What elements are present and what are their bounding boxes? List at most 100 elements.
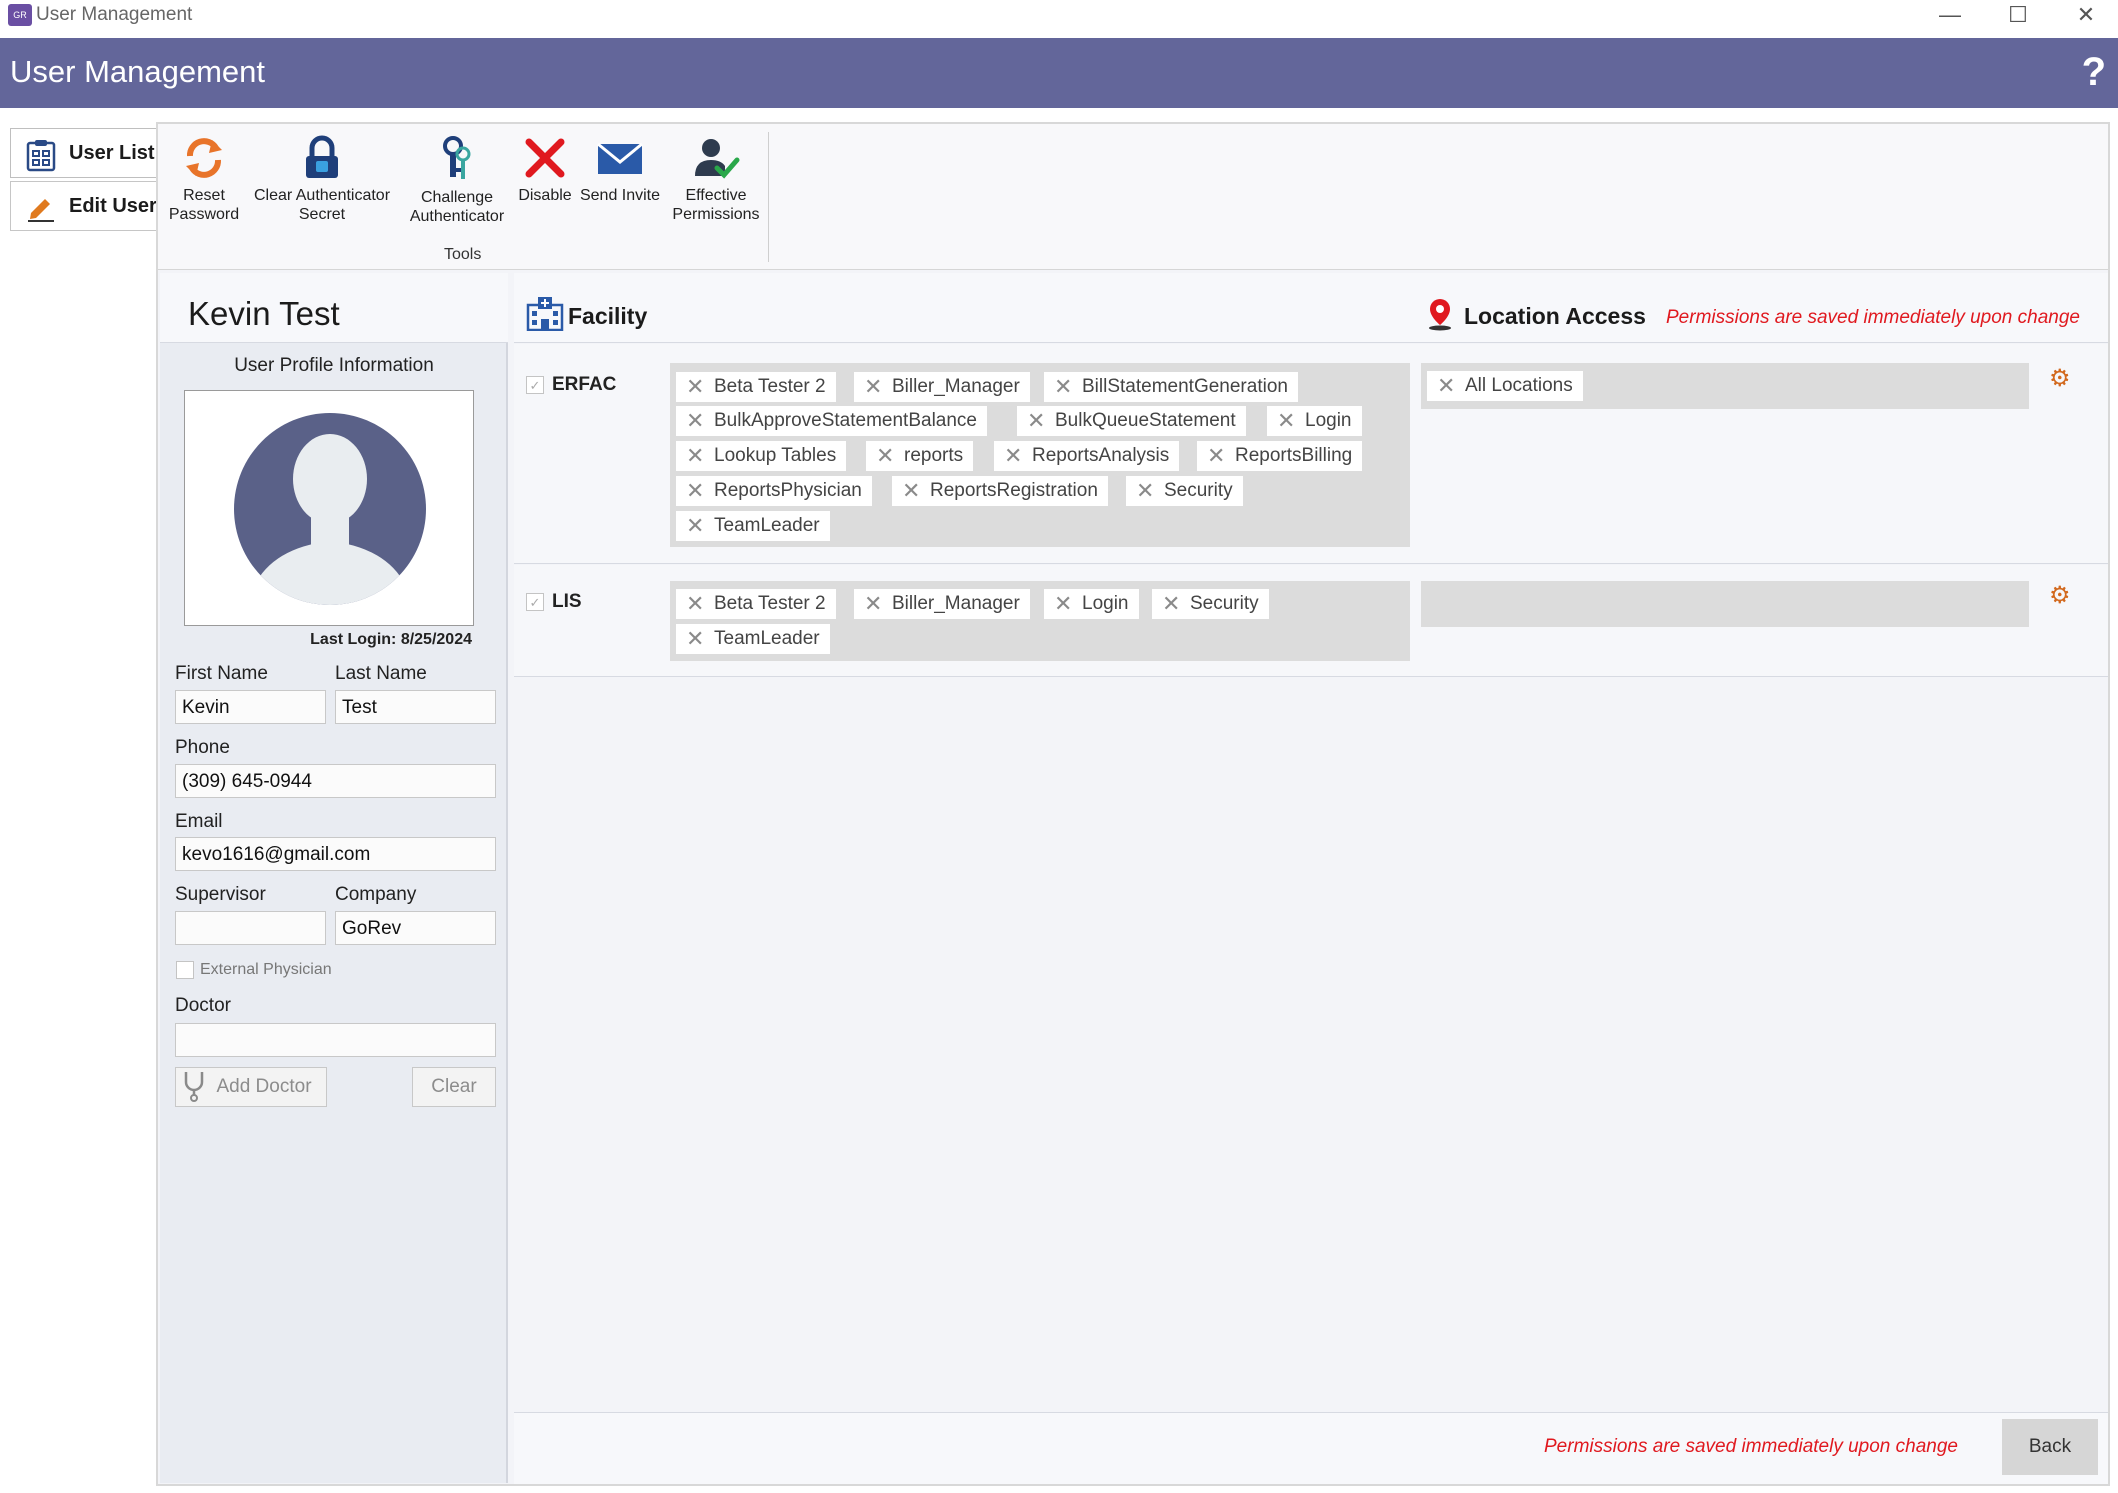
clear-doctor-button[interactable]: Clear	[412, 1067, 496, 1107]
nav-tab-user-list[interactable]: User List	[10, 128, 156, 178]
remove-icon[interactable]: ✕	[1136, 476, 1154, 506]
phone-field[interactable]: (309) 645-0944	[175, 764, 496, 798]
supervisor-field[interactable]	[175, 911, 326, 945]
supervisor-label: Supervisor	[175, 884, 266, 905]
external-physician-checkbox[interactable]	[176, 961, 194, 979]
facility-name: ERFAC	[552, 374, 617, 395]
challenge-authenticator-label-1: Challenge	[420, 189, 494, 206]
role-chip[interactable]: ✕ ReportsRegistration	[892, 476, 1108, 506]
role-chip[interactable]: ✕ Biller_Manager	[854, 372, 1030, 402]
reset-password-label-2: Password	[168, 206, 240, 223]
role-chip[interactable]: ✕ ReportsPhysician	[676, 476, 872, 506]
remove-icon[interactable]: ✕	[864, 372, 882, 402]
company-field[interactable]: GoRev	[335, 911, 496, 945]
settings-gears-icon[interactable]: ⚙	[2049, 364, 2071, 393]
user-silhouette-icon	[234, 413, 426, 605]
pencil-icon	[28, 199, 54, 222]
clear-authenticator-secret-button[interactable]: Clear Authenticator Secret	[250, 134, 394, 224]
roles-list[interactable]: ✕ Beta Tester 2 ✕ Biller_Manager ✕ BillStat…	[670, 363, 1410, 547]
facility-checkbox[interactable]: ✓	[526, 593, 544, 611]
role-chip[interactable]: ✕ reports	[866, 441, 974, 471]
remove-icon[interactable]: ✕	[686, 406, 704, 436]
remove-icon[interactable]: ✕	[686, 624, 704, 654]
role-chip[interactable]: ✕ Security	[1152, 589, 1269, 619]
effective-permissions-button[interactable]: Effective Permissions	[666, 134, 766, 224]
last-login: Last Login: 8/25/2024	[310, 631, 472, 648]
role-chip[interactable]: ✕ TeamLeader	[676, 624, 830, 654]
avatar[interactable]	[184, 390, 474, 626]
email-field[interactable]: kevo1616@gmail.com	[175, 837, 496, 871]
send-invite-button[interactable]: Send Invite	[576, 134, 664, 205]
ribbon-group-label: Tools	[444, 246, 482, 263]
remove-icon[interactable]: ✕	[1207, 441, 1225, 471]
last-name-label: Last Name	[335, 663, 427, 684]
user-full-name: Kevin Test	[188, 295, 340, 332]
remove-icon[interactable]: ✕	[686, 589, 704, 619]
hospital-building-icon	[526, 297, 564, 331]
role-chip[interactable]: ✕ Login	[1267, 406, 1362, 436]
facility-title: Facility	[568, 303, 648, 329]
remove-icon[interactable]: ✕	[686, 372, 704, 402]
remove-icon[interactable]: ✕	[876, 441, 894, 471]
reset-password-button[interactable]: Reset Password	[163, 134, 245, 224]
locations-list[interactable]: ✕ All Locations	[1421, 363, 2029, 409]
padlock-icon	[306, 135, 338, 178]
company-label: Company	[335, 884, 417, 905]
remove-icon[interactable]: ✕	[1162, 589, 1180, 619]
remove-icon[interactable]: ✕	[686, 441, 704, 471]
user-profile-panel: Kevin Test User Profile Information Last…	[160, 273, 508, 1483]
send-invite-label: Send Invite	[579, 187, 661, 204]
email-label: Email	[175, 811, 223, 832]
remove-icon[interactable]: ✕	[902, 476, 920, 506]
envelope-icon	[597, 142, 643, 174]
last-name-field[interactable]: Test	[335, 690, 496, 724]
clipboard-icon	[26, 140, 56, 172]
remove-icon[interactable]: ✕	[686, 476, 704, 506]
disable-button[interactable]: Disable	[512, 134, 578, 205]
facility-row-erfac: ✓ ERFAC ✕ Beta Tester 2 ✕ Biller_Manager ✕…	[514, 344, 2108, 564]
role-chip[interactable]: ✕ Login	[1044, 589, 1139, 619]
facility-name: LIS	[552, 591, 582, 612]
locations-list[interactable]	[1421, 581, 2029, 627]
remove-icon[interactable]: ✕	[1054, 589, 1072, 619]
role-chip[interactable]: ✕ TeamLeader	[676, 511, 830, 541]
role-chip[interactable]: ✕ Biller_Manager	[854, 589, 1030, 619]
role-chip[interactable]: ✕ Beta Tester 2	[676, 372, 836, 402]
nav-tab-edit-user[interactable]: Edit User	[10, 181, 158, 231]
role-chip[interactable]: ✕ Lookup Tables	[676, 441, 847, 471]
challenge-authenticator-button[interactable]: Challenge Authenticator	[401, 134, 513, 226]
role-chip[interactable]: ✕ Security	[1126, 476, 1243, 506]
remove-icon[interactable]: ✕	[686, 511, 704, 541]
minimize-button[interactable]: —	[1918, 0, 1982, 32]
settings-gears-icon[interactable]: ⚙	[2049, 581, 2071, 610]
remove-icon[interactable]: ✕	[1054, 372, 1072, 402]
help-icon[interactable]: ?	[2082, 50, 2106, 95]
location-chip[interactable]: ✕ All Locations	[1427, 371, 1583, 401]
permissions-notice-bottom: Permissions are saved immediately upon c…	[1544, 1436, 1958, 1457]
nav-tab-label: Edit User	[69, 195, 157, 217]
effective-permissions-label-1: Effective	[685, 187, 747, 204]
phone-label: Phone	[175, 737, 230, 758]
remove-icon[interactable]: ✕	[1027, 406, 1045, 436]
facility-checkbox[interactable]: ✓	[526, 376, 544, 394]
maximize-button[interactable]: ☐	[1986, 0, 2050, 32]
role-chip[interactable]: ✕ BulkApproveStatementBalance	[676, 406, 987, 436]
role-chip[interactable]: ✕ Beta Tester 2	[676, 589, 836, 619]
role-chip[interactable]: ✕ BillStatementGeneration	[1044, 372, 1298, 402]
remove-icon[interactable]: ✕	[1004, 441, 1022, 471]
remove-icon[interactable]: ✕	[864, 589, 882, 619]
remove-icon[interactable]: ✕	[1437, 371, 1455, 401]
role-chip[interactable]: ✕ ReportsBilling	[1197, 441, 1363, 471]
window-titlebar: GR User Management — ☐ ✕	[0, 0, 2118, 38]
first-name-field[interactable]: Kevin	[175, 690, 326, 724]
remove-icon[interactable]: ✕	[1277, 406, 1295, 436]
add-doctor-button[interactable]: Add Doctor	[175, 1067, 327, 1107]
role-chip[interactable]: ✕ BulkQueueStatement	[1017, 406, 1246, 436]
roles-list[interactable]: ✕ Beta Tester 2 ✕ Biller_Manager ✕ Login ✕ S…	[670, 581, 1410, 661]
doctor-field[interactable]	[175, 1023, 496, 1057]
back-button[interactable]: Back	[2002, 1419, 2098, 1475]
role-chip[interactable]: ✕ ReportsAnalysis	[994, 441, 1180, 471]
close-window-button[interactable]: ✕	[2054, 0, 2118, 32]
clear-authenticator-label-2: Secret	[298, 206, 346, 223]
doctor-label: Doctor	[175, 995, 231, 1016]
